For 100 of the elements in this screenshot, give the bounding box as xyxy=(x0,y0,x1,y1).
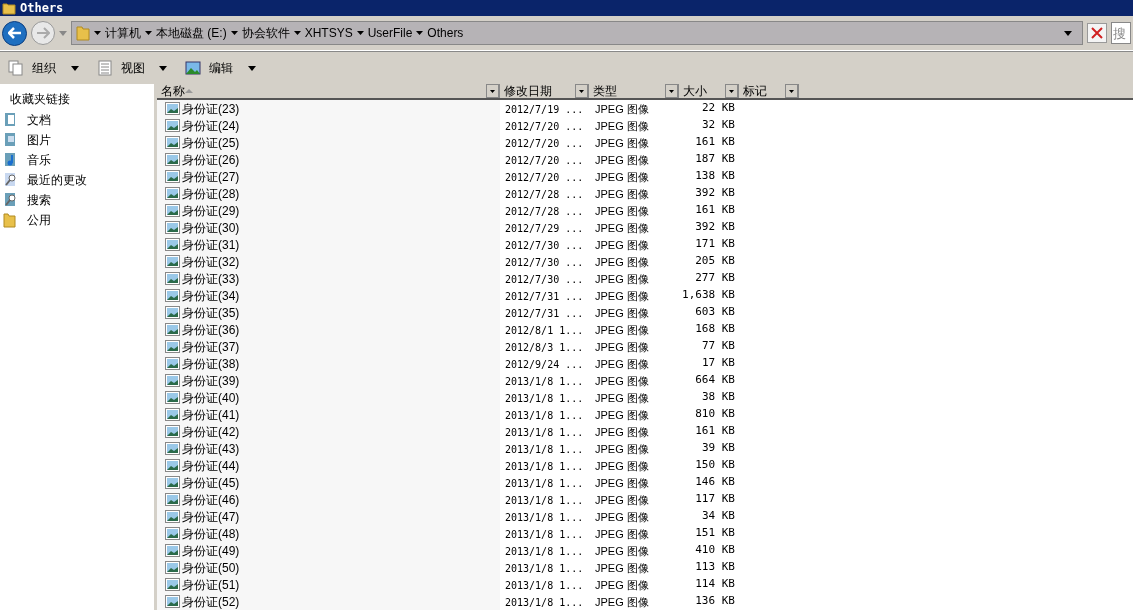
table-cell: 17 KB xyxy=(701,355,735,372)
table-cell: JPEG 图像 xyxy=(595,221,649,234)
table-cell: 187 KB xyxy=(695,151,735,168)
table-cell: JPEG 图像 xyxy=(595,238,649,251)
table-cell: JPEG 图像 xyxy=(595,408,649,421)
sidebar-link[interactable]: 搜索 xyxy=(27,191,51,209)
breadcrumb[interactable]: 计算机 xyxy=(105,24,141,42)
table-cell: 2012/7/31 ... xyxy=(505,290,584,302)
back-button[interactable] xyxy=(2,20,27,46)
file-name[interactable]: 身份证(37) xyxy=(182,337,240,356)
file-name[interactable]: 身份证(33) xyxy=(182,269,240,288)
caret-icon[interactable] xyxy=(94,31,101,35)
caret-icon[interactable] xyxy=(230,31,238,35)
table-cell: 2013/1/8 1... xyxy=(505,477,584,489)
table-cell: JPEG 图像 xyxy=(595,510,649,523)
file-name[interactable]: 身份证(40) xyxy=(182,388,240,407)
dropdown-icon[interactable] xyxy=(575,84,588,98)
search-field[interactable]: 搜 xyxy=(1111,22,1131,44)
table-cell: 2013/1/8 1... xyxy=(505,375,584,387)
table-cell: JPEG 图像 xyxy=(595,425,649,438)
file-name[interactable]: 身份证(46) xyxy=(182,490,240,509)
folder-icon xyxy=(76,25,90,41)
breadcrumb[interactable]: 本地磁盘 (E:) xyxy=(156,24,227,42)
breadcrumb[interactable]: XHTSYS xyxy=(304,24,353,42)
table-cell: 113 KB xyxy=(695,559,735,576)
table-cell: 22 KB xyxy=(701,100,735,117)
sidebar-link[interactable]: 文档 xyxy=(27,111,51,129)
file-name[interactable]: 身份证(23) xyxy=(182,99,240,118)
table-cell: JPEG 图像 xyxy=(595,561,649,574)
table-cell: 2013/1/8 1... xyxy=(505,494,584,506)
table-cell: 171 KB xyxy=(695,236,735,253)
caret-icon[interactable] xyxy=(145,31,152,35)
window-title: Others xyxy=(20,0,64,17)
table-cell: JPEG 图像 xyxy=(595,119,649,132)
file-name[interactable]: 身份证(47) xyxy=(182,507,240,526)
file-name[interactable]: 身份证(50) xyxy=(182,558,240,577)
file-name[interactable]: 身份证(32) xyxy=(182,252,240,271)
table-cell: JPEG 图像 xyxy=(595,493,649,506)
back-arrow-icon xyxy=(7,27,22,39)
file-name[interactable]: 身份证(42) xyxy=(182,422,240,441)
table-cell: 2013/1/8 1... xyxy=(505,545,584,557)
table-cell: 136 KB xyxy=(695,593,735,610)
caret-icon[interactable] xyxy=(293,31,301,35)
table-cell: JPEG 图像 xyxy=(595,170,649,183)
sidebar-link[interactable]: 公用 xyxy=(27,211,51,229)
file-name[interactable]: 身份证(35) xyxy=(182,303,240,322)
file-name[interactable]: 身份证(24) xyxy=(182,116,240,135)
breadcrumb[interactable]: UserFile xyxy=(367,24,413,42)
caret-icon[interactable] xyxy=(416,31,424,35)
file-name[interactable]: 身份证(27) xyxy=(182,167,240,186)
table-cell: 38 KB xyxy=(701,389,735,406)
toolbar-button[interactable]: 编辑 xyxy=(183,56,258,80)
table-cell: 2012/7/28 ... xyxy=(505,188,584,200)
breadcrumb[interactable]: 协会软件 xyxy=(241,24,290,42)
file-name[interactable]: 身份证(31) xyxy=(182,235,240,254)
file-name[interactable]: 身份证(44) xyxy=(182,456,240,475)
list-view-icon xyxy=(96,60,113,76)
table-cell: 168 KB xyxy=(695,321,735,338)
file-name[interactable]: 身份证(26) xyxy=(182,150,240,169)
file-name[interactable]: 身份证(48) xyxy=(182,524,240,543)
table-cell: 603 KB xyxy=(695,304,735,321)
file-name[interactable]: 身份证(41) xyxy=(182,405,240,424)
file-name[interactable]: 身份证(30) xyxy=(182,218,240,237)
dropdown-icon[interactable] xyxy=(1064,30,1072,36)
pages-icon xyxy=(8,60,24,76)
dropdown-icon[interactable] xyxy=(725,84,738,98)
table-cell: 2013/1/8 1... xyxy=(505,460,584,472)
sidebar-link[interactable]: 图片 xyxy=(27,131,51,149)
file-name[interactable]: 身份证(52) xyxy=(182,592,240,610)
toolbar-button[interactable]: 组织 xyxy=(6,56,81,80)
file-name[interactable]: 身份证(45) xyxy=(182,473,240,492)
dropdown-icon[interactable] xyxy=(486,84,499,98)
file-name[interactable]: 身份证(49) xyxy=(182,541,240,560)
file-name[interactable]: 身份证(28) xyxy=(182,184,240,203)
table-cell: 117 KB xyxy=(695,491,735,508)
file-name[interactable]: 身份证(25) xyxy=(182,133,240,152)
address-bar[interactable]: 计算机 本地磁盘 (E:) 协会软件 XHTSYS UserFile Others xyxy=(71,21,1083,45)
file-name[interactable]: 身份证(36) xyxy=(182,320,240,339)
dropdown-icon[interactable] xyxy=(785,84,798,98)
file-name[interactable]: 身份证(43) xyxy=(182,439,240,458)
table-cell: 32 KB xyxy=(701,117,735,134)
table-cell: 664 KB xyxy=(695,372,735,389)
sidebar-link[interactable]: 音乐 xyxy=(27,151,51,169)
file-name[interactable]: 身份证(34) xyxy=(182,286,240,305)
close-button[interactable] xyxy=(1087,23,1107,43)
breadcrumb[interactable]: Others xyxy=(427,24,464,42)
file-name[interactable]: 身份证(51) xyxy=(182,575,240,594)
magnifier-icon xyxy=(3,172,17,188)
dropdown-icon[interactable] xyxy=(665,84,678,98)
close-icon xyxy=(1091,27,1103,39)
table-cell: 1,638 KB xyxy=(682,287,735,304)
caret-icon[interactable] xyxy=(356,31,364,35)
toolbar-button[interactable]: 视图 xyxy=(94,56,170,80)
table-cell: JPEG 图像 xyxy=(595,306,649,319)
file-name[interactable]: 身份证(39) xyxy=(182,371,240,390)
table-cell: 410 KB xyxy=(695,542,735,559)
file-name[interactable]: 身份证(29) xyxy=(182,201,240,220)
file-name[interactable]: 身份证(38) xyxy=(182,354,240,373)
sidebar-link[interactable]: 最近的更改 xyxy=(27,171,87,189)
table-cell: JPEG 图像 xyxy=(595,323,649,336)
